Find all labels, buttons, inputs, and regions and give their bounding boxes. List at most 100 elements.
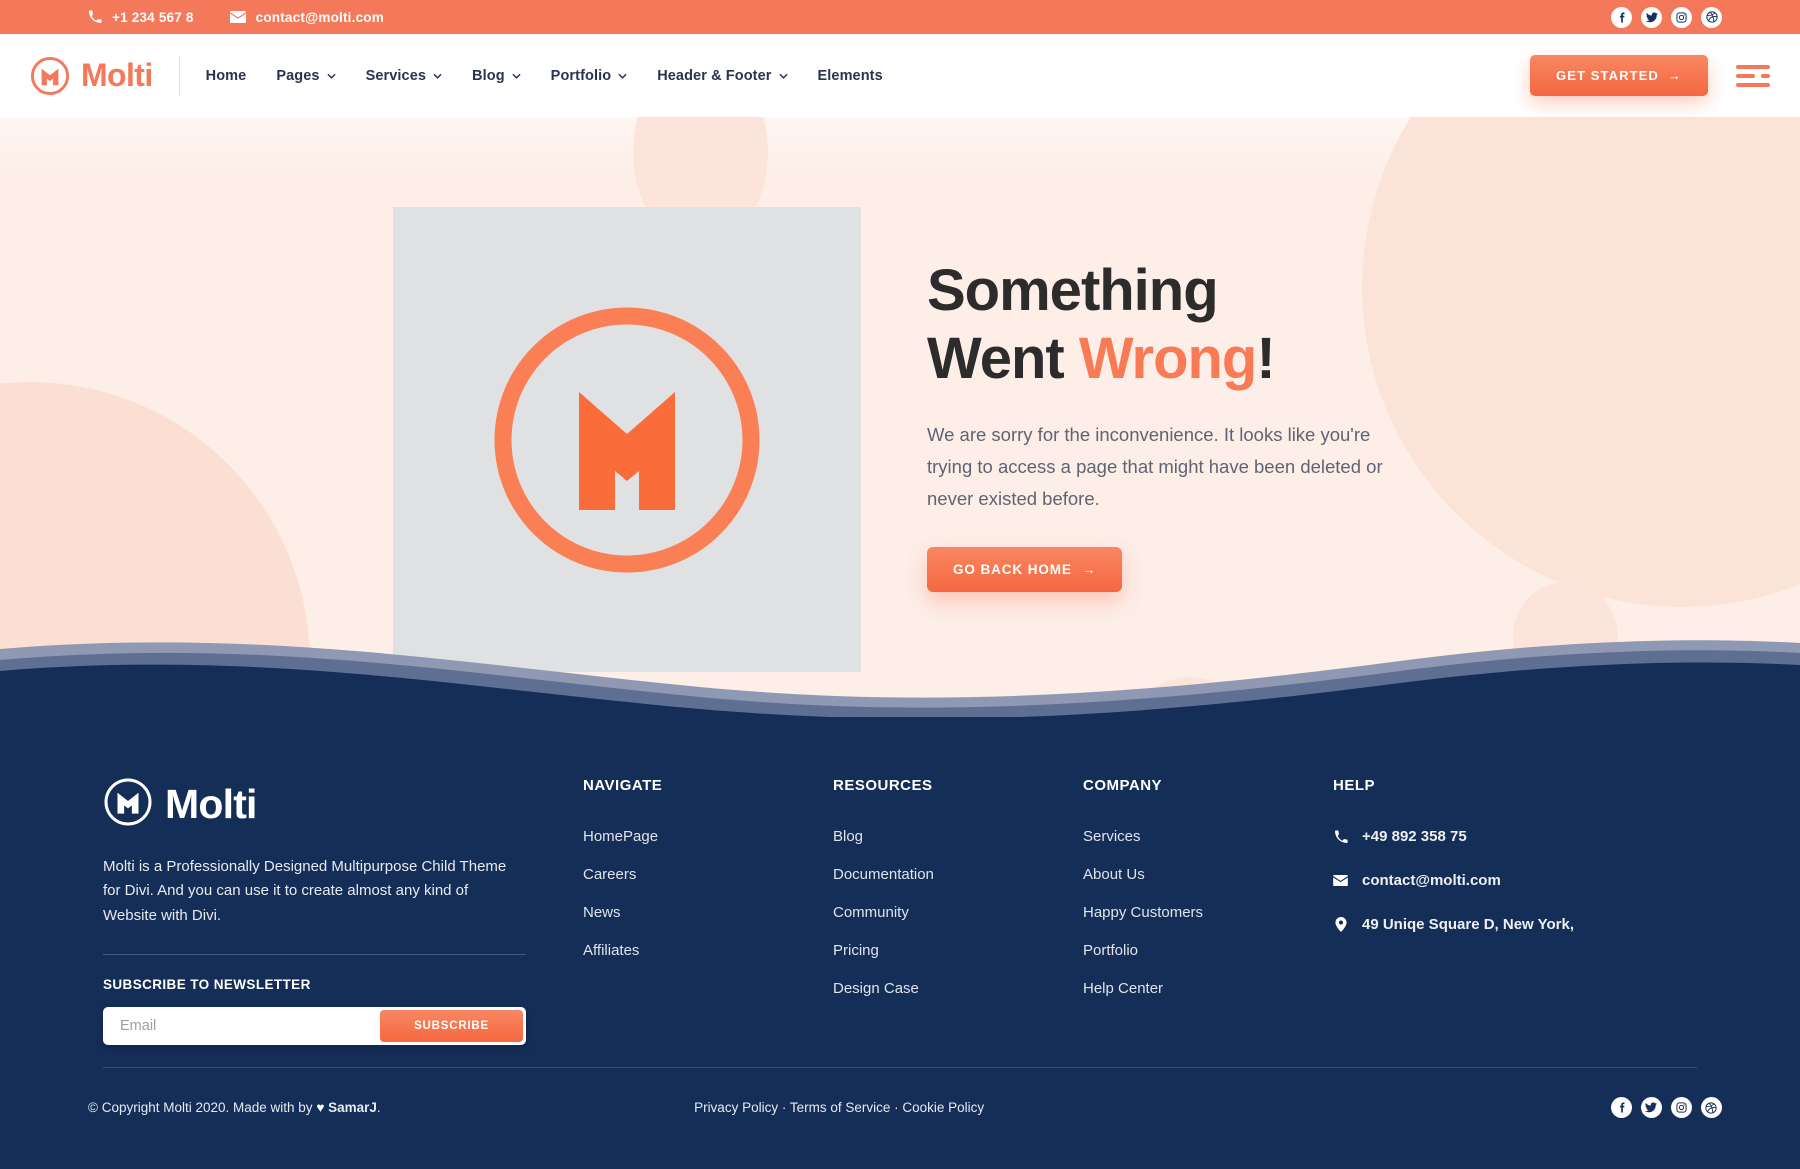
- footer-link-documentation[interactable]: Documentation: [833, 866, 934, 883]
- get-started-button[interactable]: GET STARTED →: [1530, 55, 1708, 96]
- footer-description: Molti is a Professionally Designed Multi…: [103, 858, 507, 924]
- envelope-icon: [1333, 875, 1348, 886]
- wave-divider: [0, 640, 1800, 717]
- footer-heading-company: COMPANY: [1083, 777, 1163, 794]
- list-item: Portfolio: [1083, 942, 1333, 960]
- footer-contact-address[interactable]: 49 Uniqe Square D, New York,: [1333, 916, 1623, 933]
- footer-link-about-us[interactable]: About Us: [1083, 866, 1145, 883]
- copyright-text: © Copyright Molti 2020. Made with by ♥ S…: [88, 1100, 381, 1115]
- footer-column-resources: RESOURCES Blog Documentation Community P…: [833, 777, 1083, 1045]
- footer-link-careers[interactable]: Careers: [583, 866, 636, 883]
- instagram-icon[interactable]: [1670, 1097, 1692, 1119]
- nav-label: Portfolio: [550, 67, 612, 84]
- chevron-down-icon: [778, 73, 788, 79]
- footer-link-pricing[interactable]: Pricing: [833, 942, 879, 959]
- footer-link-community[interactable]: Community: [833, 904, 909, 921]
- site-footer: Molti Molti is a Professionally Designed…: [0, 717, 1800, 1169]
- brand-logo[interactable]: Molti: [30, 56, 153, 96]
- nav-label: Header & Footer: [657, 67, 772, 84]
- footer-links-navigate: HomePage Careers News Affiliates: [583, 828, 833, 960]
- arrow-right-icon: →: [1081, 561, 1097, 577]
- nav-item-services[interactable]: Services: [366, 68, 442, 84]
- phone-icon: [88, 10, 102, 24]
- heading-line-2-tail: !: [1256, 325, 1275, 391]
- footer-brand[interactable]: Molti: [103, 777, 583, 832]
- arrow-right-icon: →: [1667, 68, 1682, 83]
- list-item: Careers: [583, 866, 833, 884]
- main-navigation: Home Pages Services Blog Portfolio Heade…: [206, 68, 883, 84]
- nav-item-portfolio[interactable]: Portfolio: [551, 68, 628, 84]
- footer-heading-resources: RESOURCES: [833, 777, 933, 794]
- brand-name: Molti: [81, 57, 153, 93]
- go-back-home-button[interactable]: GO BACK HOME →: [927, 546, 1123, 592]
- footer-links-resources: Blog Documentation Community Pricing Des…: [833, 828, 1083, 998]
- newsletter-title: SUBSCRIBE TO NEWSLETTER: [103, 976, 311, 992]
- copyright-suffix: .: [376, 1100, 381, 1116]
- footer-link-happy-customers[interactable]: Happy Customers: [1083, 904, 1203, 921]
- envelope-icon: [229, 11, 246, 23]
- list-item: About Us: [1083, 866, 1333, 884]
- nav-item-blog[interactable]: Blog: [472, 68, 521, 84]
- list-item: Services: [1083, 828, 1333, 846]
- footer-bottom-bar: © Copyright Molti 2020. Made with by ♥ S…: [0, 1068, 1800, 1148]
- dribbble-icon[interactable]: [1700, 1097, 1722, 1119]
- top-contact-bar: +1 234 567 8 contact@molti.com: [0, 0, 1800, 34]
- newsletter-email-input[interactable]: [103, 1017, 381, 1034]
- copyright-author[interactable]: SamarJ: [328, 1100, 377, 1115]
- nav-item-elements[interactable]: Elements: [818, 68, 883, 84]
- topbar-contact-group: +1 234 567 8 contact@molti.com: [88, 10, 384, 25]
- facebook-icon[interactable]: [1611, 6, 1632, 28]
- footer-link-affiliates[interactable]: Affiliates: [583, 942, 639, 959]
- heart-icon: ♥: [316, 1100, 325, 1116]
- error-copy: Something Went Wrong! We are sorry for t…: [927, 207, 1407, 592]
- footer-link-blog[interactable]: Blog: [833, 828, 863, 845]
- instagram-icon[interactable]: [1671, 6, 1692, 28]
- topbar-social-group: [1611, 6, 1722, 28]
- topbar-email-text: contact@molti.com: [255, 9, 384, 25]
- chevron-down-icon: [512, 73, 521, 79]
- list-item: Pricing: [833, 942, 1083, 960]
- list-item: Help Center: [1083, 980, 1333, 998]
- newsletter-form: SUBSCRIBE: [103, 1006, 526, 1045]
- error-heading: Something Went Wrong!: [927, 257, 1407, 393]
- footer-address-text: 49 Uniqe Square D, New York,: [1362, 916, 1575, 933]
- footer-contact-email[interactable]: contact@molti.com: [1333, 872, 1623, 889]
- nav-label: Elements: [817, 67, 883, 84]
- footer-link-design-case[interactable]: Design Case: [833, 980, 919, 997]
- twitter-icon[interactable]: [1641, 6, 1662, 28]
- chevron-down-icon: [326, 73, 336, 79]
- footer-contact-phone[interactable]: +49 892 358 75: [1333, 828, 1623, 845]
- facebook-icon[interactable]: [1610, 1097, 1632, 1119]
- nav-label: Home: [205, 67, 247, 84]
- footer-phone-text: +49 892 358 75: [1362, 828, 1467, 845]
- legal-links[interactable]: Privacy Policy · Terms of Service · Cook…: [694, 1100, 984, 1115]
- dribbble-icon[interactable]: [1701, 6, 1722, 28]
- topbar-email[interactable]: contact@molti.com: [229, 9, 384, 25]
- footer-link-homepage[interactable]: HomePage: [583, 828, 658, 845]
- nav-item-pages[interactable]: Pages: [276, 67, 336, 84]
- topbar-phone[interactable]: +1 234 567 8: [88, 10, 194, 25]
- hamburger-menu-icon[interactable]: [1736, 64, 1770, 87]
- footer-email-text: contact@molti.com: [1362, 872, 1501, 889]
- footer-brand-column: Molti Molti is a Professionally Designed…: [103, 777, 583, 1045]
- heading-line-2-plain: Went: [927, 325, 1079, 391]
- footer-contact-list: +49 892 358 75 contact@molti.com 49 Uniq…: [1333, 828, 1623, 933]
- twitter-icon[interactable]: [1640, 1097, 1662, 1119]
- location-pin-icon: [1333, 917, 1348, 932]
- footer-link-services[interactable]: Services: [1083, 828, 1141, 845]
- error-subtitle: We are sorry for the inconvenience. It l…: [927, 423, 1383, 509]
- footer-heading-help: HELP: [1333, 777, 1376, 794]
- newsletter-subscribe-button[interactable]: SUBSCRIBE: [380, 1009, 523, 1042]
- nav-label: Pages: [276, 67, 320, 84]
- nav-item-home[interactable]: Home: [206, 68, 247, 84]
- list-item: Blog: [833, 828, 1083, 846]
- nav-item-header-footer[interactable]: Header & Footer: [657, 67, 788, 84]
- footer-link-help-center[interactable]: Help Center: [1083, 980, 1163, 997]
- heading-line-2-accent: Wrong: [1078, 325, 1258, 391]
- footer-link-news[interactable]: News: [583, 904, 621, 921]
- molti-m-logo-icon: [30, 56, 70, 96]
- footer-link-portfolio[interactable]: Portfolio: [1083, 942, 1138, 959]
- header-actions: GET STARTED →: [1530, 55, 1770, 96]
- footer-links-company: Services About Us Happy Customers Portfo…: [1083, 828, 1333, 998]
- list-item: Design Case: [833, 980, 1083, 998]
